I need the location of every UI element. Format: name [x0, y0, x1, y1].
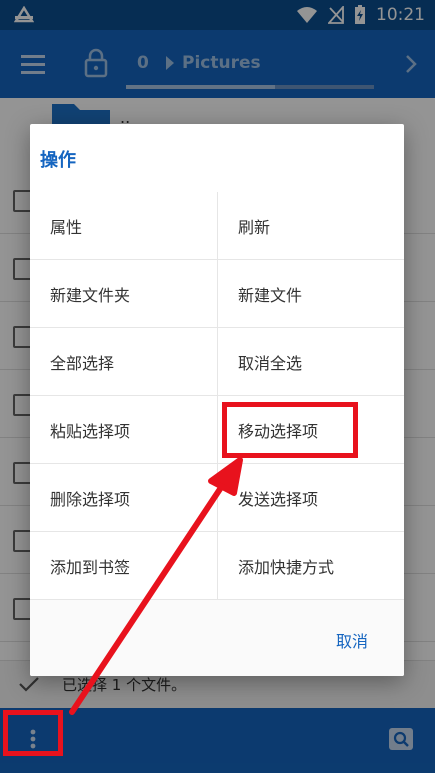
highlight-move-selection [222, 402, 358, 458]
action-send-selection[interactable]: 发送选择项 [217, 464, 404, 532]
action-new-file[interactable]: 新建文件 [217, 260, 404, 328]
action-paste-selection[interactable]: 粘贴选择项 [30, 396, 217, 464]
action-properties[interactable]: 属性 [30, 192, 217, 260]
action-add-bookmark[interactable]: 添加到书签 [30, 532, 217, 600]
action-delete-selection[interactable]: 删除选择项 [30, 464, 217, 532]
action-deselect-all[interactable]: 取消全选 [217, 328, 404, 396]
action-new-folder[interactable]: 新建文件夹 [30, 260, 217, 328]
action-select-all[interactable]: 全部选择 [30, 328, 217, 396]
action-add-shortcut[interactable]: 添加快捷方式 [217, 532, 404, 600]
cancel-button[interactable]: 取消 [336, 628, 368, 652]
actions-dialog: 操作 属性 刷新 新建文件夹 新建文件 全部选择 取消全选 粘贴选择项 移动选择… [30, 124, 404, 676]
action-refresh[interactable]: 刷新 [217, 192, 404, 260]
dialog-title: 操作 [40, 150, 76, 171]
highlight-more-button [3, 710, 63, 756]
